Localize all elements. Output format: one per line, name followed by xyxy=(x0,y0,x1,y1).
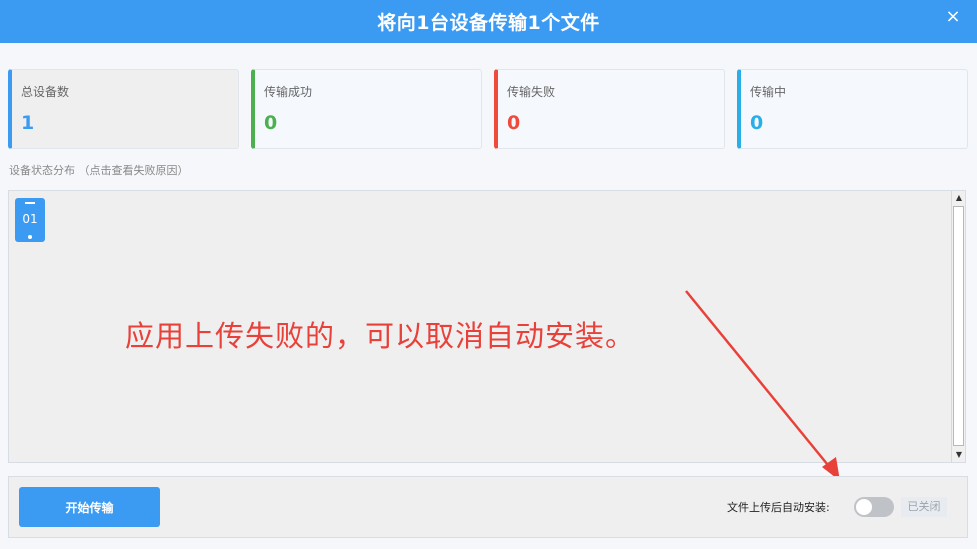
phone-speaker-bar xyxy=(25,202,35,204)
auto-install-toggle[interactable] xyxy=(854,497,894,517)
stat-value: 0 xyxy=(507,112,521,134)
stat-card-total-devices: 总设备数 1 xyxy=(8,69,239,149)
device-number: 01 xyxy=(22,212,38,226)
dialog-footer: 开始传输 文件上传后自动安装: 已关闭 xyxy=(8,476,968,538)
start-transfer-button[interactable]: 开始传输 xyxy=(19,487,160,527)
auto-install-label: 文件上传后自动安装: xyxy=(727,501,830,514)
stat-value: 1 xyxy=(21,112,35,134)
device-status-label: 设备状态分布 （点击查看失败原因） xyxy=(9,164,189,177)
device-area-scrollbar[interactable]: ▲ ▼ xyxy=(951,191,965,462)
stat-card-transferring: 传输中 0 xyxy=(737,69,968,149)
stat-card-transfer-failed: 传输失败 0 xyxy=(494,69,725,149)
transfer-dialog: 将向1台设备传输1个文件 × 总设备数 1 传输成功 0 传输失败 0 传输中 … xyxy=(0,0,977,549)
stats-row: 总设备数 1 传输成功 0 传输失败 0 传输中 0 xyxy=(8,69,968,149)
phone-home-dot xyxy=(28,235,32,239)
stat-value: 0 xyxy=(264,112,278,134)
scroll-thumb[interactable] xyxy=(953,206,964,446)
stat-value: 0 xyxy=(750,112,764,134)
stat-label: 传输成功 xyxy=(264,85,313,99)
stat-label: 总设备数 xyxy=(21,85,70,99)
close-icon[interactable]: × xyxy=(943,7,963,27)
dialog-title: 将向1台设备传输1个文件 xyxy=(377,12,600,34)
toggle-status-badge: 已关闭 xyxy=(901,497,947,517)
dialog-title-bar: 将向1台设备传输1个文件 × xyxy=(0,0,977,43)
stat-label: 传输中 xyxy=(750,85,787,99)
scroll-up-icon[interactable]: ▲ xyxy=(952,191,966,205)
scroll-down-icon[interactable]: ▼ xyxy=(952,448,966,462)
device-phone-icon[interactable]: 01 xyxy=(15,198,45,242)
toggle-knob xyxy=(856,499,872,515)
stat-card-transfer-success: 传输成功 0 xyxy=(251,69,482,149)
annotation-text: 应用上传失败的，可以取消自动安装。 xyxy=(125,319,636,353)
stat-label: 传输失败 xyxy=(507,85,556,99)
